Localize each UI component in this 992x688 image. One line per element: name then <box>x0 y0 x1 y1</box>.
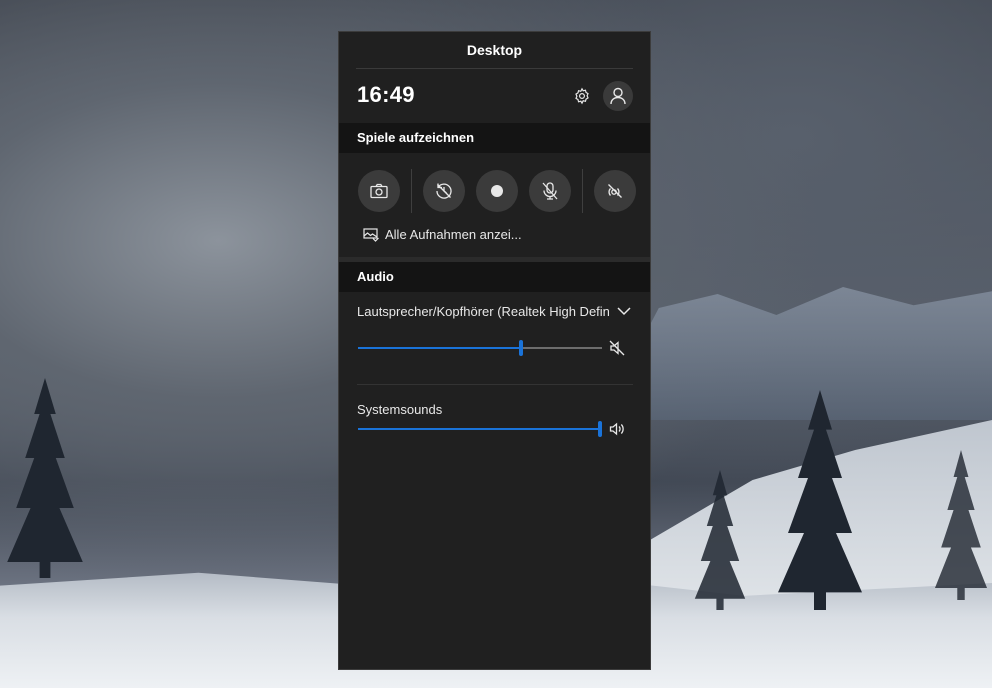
gallery-icon <box>363 227 379 242</box>
speaker-icon[interactable] <box>608 420 626 438</box>
show-all-captures-label: Alle Aufnahmen anzei... <box>385 227 522 242</box>
broadcast-icon <box>608 184 622 198</box>
audio-section-header: Audio <box>339 262 650 292</box>
camera-icon <box>370 183 388 199</box>
record-icon <box>491 185 503 197</box>
separator <box>582 169 583 213</box>
device-volume-fill <box>358 347 521 349</box>
game-bar-panel: Desktop 16:49 Spiele aufzeichnen Alle Au… <box>338 31 651 670</box>
device-volume-thumb[interactable] <box>519 340 523 356</box>
person-icon <box>610 87 626 105</box>
wallpaper-mountain <box>600 287 992 420</box>
clock: 16:49 <box>357 82 415 107</box>
account-button[interactable] <box>603 81 633 111</box>
separator <box>411 169 412 213</box>
audio-device-name: Lautsprecher/Kopfhörer (Realtek High Def… <box>357 304 609 319</box>
broadcast-button[interactable] <box>594 170 636 212</box>
mic-off-icon <box>542 182 558 200</box>
app-volume-label: Systemsounds <box>357 402 443 417</box>
microphone-toggle-button[interactable] <box>529 170 571 212</box>
record-last-button[interactable] <box>423 170 465 212</box>
speaker-muted-icon[interactable] <box>608 339 626 357</box>
time-row: 16:49 <box>339 69 650 123</box>
app-volume-thumb[interactable] <box>598 421 602 437</box>
audio-section: Lautsprecher/Kopfhörer (Realtek High Def… <box>339 292 650 592</box>
start-recording-button[interactable] <box>476 170 518 212</box>
app-volume-slider[interactable] <box>358 421 602 437</box>
panel-title: Desktop <box>356 32 633 69</box>
capture-section-header: Spiele aufzeichnen <box>339 123 650 153</box>
device-volume-slider[interactable] <box>358 340 602 356</box>
chevron-down-icon <box>617 307 631 316</box>
record-last-icon <box>436 183 452 199</box>
audio-device-select[interactable]: Lautsprecher/Kopfhörer (Realtek High Def… <box>357 304 633 319</box>
gear-icon[interactable] <box>571 85 593 107</box>
wallpaper-tree <box>7 378 83 578</box>
app-volume-fill <box>358 428 602 430</box>
capture-section: Alle Aufnahmen anzei... <box>339 153 650 257</box>
audio-divider <box>357 384 633 385</box>
show-all-captures-link[interactable]: Alle Aufnahmen anzei... <box>363 227 522 242</box>
screenshot-button[interactable] <box>358 170 400 212</box>
